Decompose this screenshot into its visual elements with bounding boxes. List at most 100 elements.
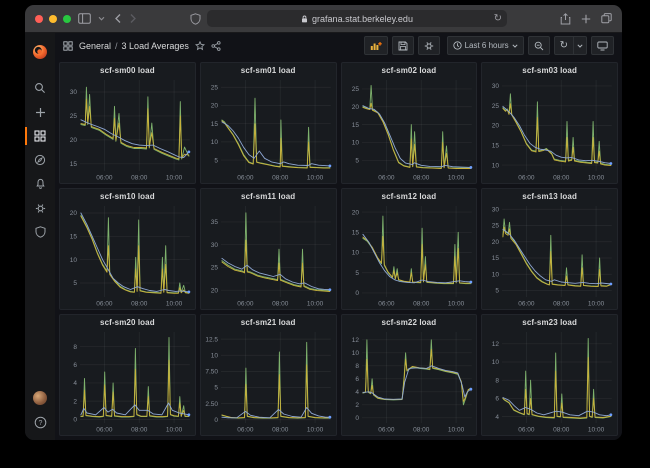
svg-text:25: 25 [211,84,219,91]
sidebar-item-dashboards[interactable] [25,124,55,148]
svg-text:10:00: 10:00 [307,427,324,434]
refresh-interval-button[interactable] [574,36,587,55]
dashboard-panel: scf-sm23 load 4 6 8 10 12 06:00 08:00 10:00 [481,314,618,436]
svg-text:8: 8 [73,344,77,351]
panel-title[interactable]: scf-sm10 load [60,189,195,203]
breadcrumb-title[interactable]: 3 Load Averages [122,41,189,51]
svg-text:15: 15 [351,229,359,236]
dashboard-settings-button[interactable] [417,36,440,55]
panel-chart[interactable]: 15 20 25 30 06:00 08:00 10:00 [60,77,195,183]
url-text: grafana.stat.berkeley.edu [312,13,413,24]
explore-icon [34,154,46,166]
svg-text:5: 5 [355,157,359,164]
minimize-button[interactable] [49,14,57,23]
svg-text:08:00: 08:00 [272,427,289,434]
svg-text:06:00: 06:00 [96,427,113,434]
svg-text:10:00: 10:00 [447,175,464,182]
dashboard-panel: scf-sm03 load 10 15 20 25 30 06:00 08:00 10:00 [481,62,618,184]
panel-title[interactable]: scf-sm03 load [482,63,617,77]
forward-icon[interactable] [129,13,137,24]
panel-title[interactable]: scf-sm02 load [342,63,477,77]
panel-title[interactable]: scf-sm01 load [201,63,336,77]
panel-chart[interactable]: 0 5 10 15 20 06:00 08:00 10:00 [342,203,477,309]
panel-chart[interactable]: 0 2.50 5 7.50 10 12.5 06:00 08:00 10:00 [201,329,336,435]
panel-chart[interactable]: 20 25 30 35 06:00 08:00 10:00 [201,203,336,309]
share-icon[interactable] [560,12,571,25]
svg-text:5: 5 [496,288,500,295]
panel-chart[interactable]: 0 2 4 6 8 06:00 08:00 10:00 [60,329,195,435]
dashboard-panel: scf-sm21 load 0 2.50 5 7.50 10 12.5 06:00 08:00 1… [199,314,337,436]
sidebar-item-profile[interactable] [25,386,55,410]
sidebar-item-server-admin[interactable] [25,220,55,244]
panel-title[interactable]: scf-sm12 load [342,189,477,203]
svg-text:8: 8 [355,363,359,370]
svg-text:08:00: 08:00 [553,427,570,434]
screen: grafana.stat.berkeley.edu ↻ ? General / … [0,0,650,468]
panel-title[interactable]: scf-sm00 load [60,63,195,77]
panel-chart[interactable]: 4 6 8 10 12 06:00 08:00 10:00 [482,329,617,435]
sidebar-item-alerting[interactable] [25,172,55,196]
panel-title[interactable]: scf-sm20 load [60,315,195,329]
refresh-button[interactable]: ↻ [553,36,574,55]
search-icon [35,83,45,93]
svg-text:15: 15 [70,234,78,241]
dashboards-icon [34,130,46,142]
svg-text:6: 6 [73,362,77,369]
browser-window: grafana.stat.berkeley.edu ↻ ? General / … [25,5,622,440]
sidebar-item-help[interactable]: ? [25,410,55,434]
back-icon[interactable] [114,13,122,24]
panel-title[interactable]: scf-sm23 load [482,315,617,329]
zoom-button[interactable] [63,14,71,23]
sidebar-toggle-icon[interactable] [78,13,91,24]
panel-chart[interactable]: 5 10 15 20 25 06:00 08:00 10:00 [342,77,477,183]
panel-title[interactable]: scf-sm21 load [201,315,336,329]
breadcrumb-folder[interactable]: General [79,41,111,51]
grafana-app: ? General / 3 Load Averages Last 6 hours… [25,33,622,440]
sidebar-item-create[interactable] [25,100,55,124]
panel-title[interactable]: scf-sm13 load [482,189,617,203]
zoom-out-button[interactable] [527,36,550,55]
browser-toolbar-right [560,12,612,25]
star-icon[interactable] [194,40,205,51]
svg-text:0: 0 [355,290,359,297]
svg-text:20: 20 [351,104,359,111]
privacy-shield-icon[interactable] [190,12,201,25]
svg-text:30: 30 [70,89,78,96]
add-panel-button[interactable] [363,36,388,55]
sidebar-item-configuration[interactable] [25,196,55,220]
svg-text:06:00: 06:00 [96,301,113,308]
svg-text:15: 15 [211,121,219,128]
new-tab-icon[interactable] [581,14,591,24]
svg-text:06:00: 06:00 [237,301,254,308]
save-dashboard-button[interactable] [391,36,414,55]
sidebar-item-explore[interactable] [25,148,55,172]
panel-chart[interactable]: 5 10 15 20 25 30 06:00 08:00 10:00 [482,203,617,309]
close-button[interactable] [35,14,43,23]
dashboard-panel: scf-sm22 load 0 2 4 6 8 10 12 06:00 08:00 10:00 [340,314,478,436]
grafana-logo[interactable] [25,38,55,66]
svg-text:20: 20 [492,123,500,130]
svg-text:5: 5 [73,280,77,287]
panel-title[interactable]: scf-sm11 load [201,189,336,203]
share-dashboard-icon[interactable] [211,40,221,51]
svg-text:25: 25 [351,86,359,93]
address-bar[interactable]: grafana.stat.berkeley.edu ↻ [207,10,507,27]
tab-overview-icon[interactable] [601,13,612,24]
svg-text:15: 15 [70,161,78,168]
chevron-down-icon[interactable] [98,16,105,21]
svg-text:0: 0 [73,417,77,424]
reload-icon[interactable]: ↻ [494,12,502,25]
svg-text:08:00: 08:00 [553,301,570,308]
panel-title[interactable]: scf-sm22 load [342,315,477,329]
address-area: grafana.stat.berkeley.edu ↻ [144,10,553,27]
svg-text:35: 35 [211,219,219,226]
svg-text:08:00: 08:00 [413,175,430,182]
cycle-view-button[interactable] [591,36,614,55]
time-range-picker[interactable]: Last 6 hours [446,36,524,55]
sidebar-item-search[interactable] [25,76,55,100]
panel-chart[interactable]: 5 10 15 20 06:00 08:00 10:00 [60,203,195,309]
panel-chart[interactable]: 5 10 15 20 25 06:00 08:00 10:00 [201,77,336,183]
grafana-main: General / 3 Load Averages Last 6 hours ↻… [55,33,622,440]
panel-chart[interactable]: 10 15 20 25 30 06:00 08:00 10:00 [482,77,617,183]
panel-chart[interactable]: 0 2 4 6 8 10 12 06:00 08:00 10:00 [342,329,477,435]
